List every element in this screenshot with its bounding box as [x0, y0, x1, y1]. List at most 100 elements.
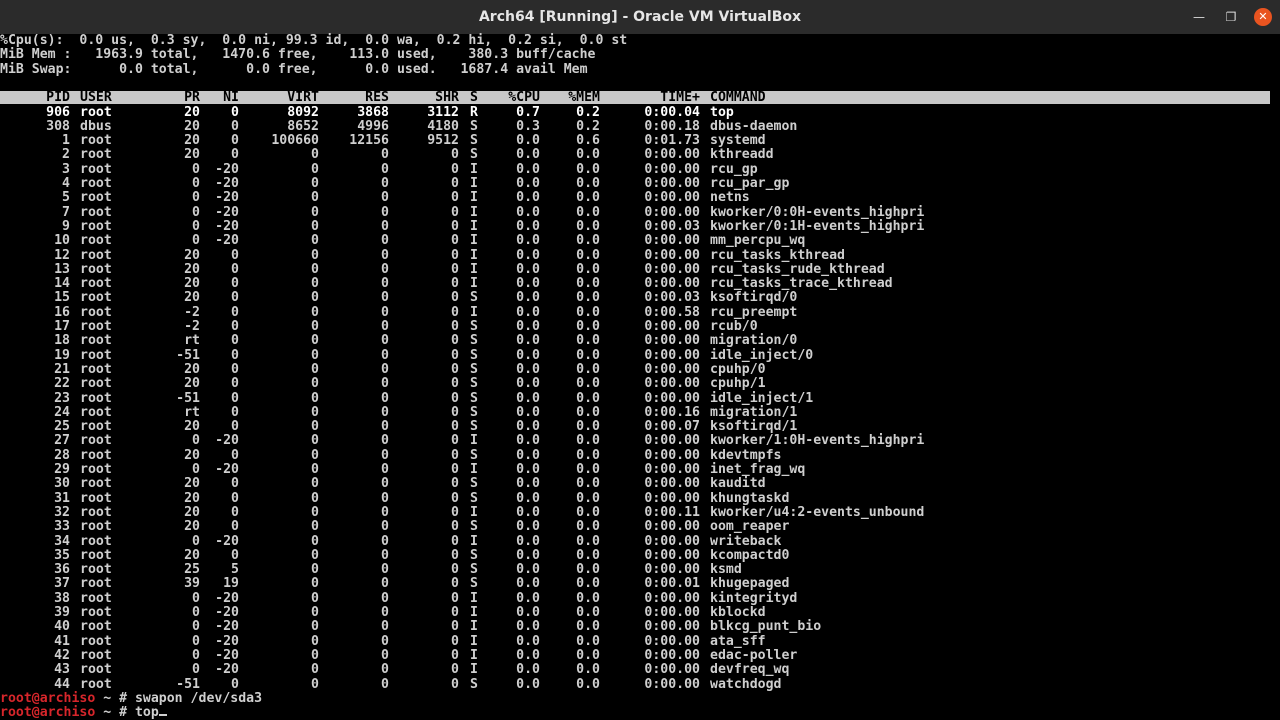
cell-priority: 20: [184, 547, 200, 563]
cell-shr: 0: [451, 519, 459, 535]
terminal-screen[interactable]: %Cpu(s): 0.0 us, 0.3 sy, 0.0 ni, 99.3 id…: [0, 33, 1280, 720]
cell-pid: 25: [54, 419, 70, 435]
cell-mem: 0.0: [576, 605, 600, 620]
cell-priority: 20: [184, 376, 200, 392]
cell-time: 0:00.00: [644, 476, 700, 492]
table-row: 22 root 20 0 0 0 0 S 0.0 0.0 0:00.00 cpuhp/1: [0, 376, 1270, 392]
cell-pid: 5: [62, 190, 70, 206]
maximize-icon[interactable]: ❐: [1222, 8, 1240, 26]
cell-command: kdevtmpfs: [710, 447, 782, 463]
cell-nice: -20: [215, 662, 239, 678]
process-table-header: PID USER PR NI VIRT RES SHR S %CPU %MEM TIME+ COMMA…: [0, 90, 1270, 105]
cell-mem: 0.2: [576, 104, 600, 120]
cell-res: 0: [381, 547, 389, 563]
cell-command: writeback: [710, 533, 782, 549]
cell-mem: 0.0: [576, 662, 600, 678]
close-icon[interactable]: ✕: [1254, 8, 1272, 26]
cell-res: 0: [381, 533, 389, 549]
table-row: 33 root 20 0 0 0 0 S 0.0 0.0 0:00.00 oom_reaper: [0, 519, 1270, 535]
minimize-icon[interactable]: —: [1190, 8, 1208, 26]
cell-shr: 0: [451, 562, 459, 578]
cell-res: 0: [381, 662, 389, 678]
cell-nice: 0: [231, 676, 239, 692]
cell-command: devfreq_wq: [710, 662, 790, 678]
cell-virt: 0: [311, 662, 319, 678]
cell-virt: 0: [311, 562, 319, 578]
cell-res: 0: [381, 147, 389, 163]
cell-pid: 33: [54, 519, 70, 535]
cell-priority: -51: [176, 347, 200, 363]
cell-mem: 0.0: [576, 147, 600, 163]
cell-shr: 0: [451, 533, 459, 549]
cell-cpu: 0.0: [516, 647, 540, 663]
cell-cpu: 0.0: [516, 576, 540, 592]
cell-user: root: [80, 533, 112, 549]
cell-mem: 0.0: [576, 233, 600, 249]
cell-time: 0:00.00: [644, 662, 700, 678]
cell-res: 3868: [357, 104, 389, 120]
cell-virt: 8652: [287, 118, 319, 134]
cell-res: 0: [381, 176, 389, 191]
cell-virt: 0: [311, 633, 319, 649]
table-row: 9 root 0 -20 0 0 0 I 0.0 0.0 0:00.03 kworker/0:1H-e…: [0, 219, 1270, 234]
cell-nice: 0: [231, 304, 239, 320]
cell-pid: 38: [54, 590, 70, 606]
cell-virt: 0: [311, 290, 319, 306]
cell-pid: 31: [54, 490, 70, 506]
cell-nice: -20: [215, 633, 239, 649]
cell-shr: 0: [451, 304, 459, 320]
column-header-user: USER: [80, 90, 112, 105]
cell-priority: 0: [192, 533, 200, 549]
cell-user: root: [80, 605, 112, 620]
cell-shr: 0: [451, 276, 459, 292]
cell-pid: 906: [46, 104, 70, 120]
table-row: 10 root 0 -20 0 0 0 I 0.0 0.0 0:00.00 mm_percpu_wq: [0, 233, 1270, 249]
cell-pid: 14: [54, 276, 70, 292]
cell-res: 0: [381, 304, 389, 320]
cell-cpu: 0.0: [516, 562, 540, 578]
cell-cpu: 0.0: [516, 533, 540, 549]
cell-nice: 5: [231, 562, 239, 578]
cell-pid: 37: [54, 576, 70, 592]
table-row: 14 root 20 0 0 0 0 I 0.0 0.0 0:00.00 rcu_tasks_trac…: [0, 276, 1270, 292]
cell-virt: 0: [311, 347, 319, 363]
cell-time: 0:00.04: [644, 104, 700, 120]
cell-command: kworker/0:0H-events_highpri: [710, 204, 925, 220]
table-row: 29 root 0 -20 0 0 0 I 0.0 0.0 0:00.00 inet_frag_wq: [0, 462, 1270, 477]
table-row: 44 root -51 0 0 0 0 S 0.0 0.0 0:00.00 watchdogd: [0, 676, 1270, 692]
cell-priority: 0: [192, 647, 200, 663]
cell-time: 0:00.00: [644, 190, 700, 206]
cell-pid: 43: [54, 662, 70, 678]
cell-virt: 0: [311, 433, 319, 449]
cell-virt: 0: [311, 419, 319, 435]
prompt-symbol: ~ #: [95, 705, 135, 720]
cell-command: kcompactd0: [710, 547, 790, 563]
cell-nice: -20: [215, 533, 239, 549]
cell-nice: 0: [231, 319, 239, 334]
cell-priority: -51: [176, 390, 200, 406]
cell-command: migration/0: [710, 333, 798, 349]
cell-mem: 0.0: [576, 404, 600, 420]
cell-user: root: [80, 562, 112, 578]
cell-res: 0: [381, 190, 389, 206]
cell-virt: 0: [311, 161, 319, 177]
cell-time: 0:00.00: [644, 319, 700, 334]
cell-mem: 0.0: [576, 462, 600, 477]
cell-command: rcu_preempt: [710, 304, 798, 320]
table-row: 25 root 20 0 0 0 0 S 0.0 0.0 0:00.07 ksoftirqd/1: [0, 419, 1270, 435]
cell-pid: 10: [54, 233, 70, 249]
cell-shr: 4180: [427, 118, 459, 134]
cell-priority: 0: [192, 233, 200, 249]
cell-mem: 0.0: [576, 490, 600, 506]
cell-cpu: 0.0: [516, 333, 540, 349]
cell-shr: 0: [451, 576, 459, 592]
table-row: 39 root 0 -20 0 0 0 I 0.0 0.0 0:00.00 kblockd: [0, 605, 1270, 620]
cell-time: 0:00.00: [644, 490, 700, 506]
cell-time: 0:00.11: [644, 504, 700, 520]
table-row: 5 root 0 -20 0 0 0 I 0.0 0.0 0:00.00 netns: [0, 190, 1270, 206]
cell-cpu: 0.3: [516, 118, 540, 134]
cell-mem: 0.0: [576, 547, 600, 563]
cell-command: rcu_tasks_rude_kthread: [710, 261, 885, 277]
table-row: 308 dbus 20 0 8652 4996 4180 S 0.3 0.2 0:00.18 dbus…: [0, 118, 1270, 134]
cell-command: edac-poller: [710, 647, 798, 663]
